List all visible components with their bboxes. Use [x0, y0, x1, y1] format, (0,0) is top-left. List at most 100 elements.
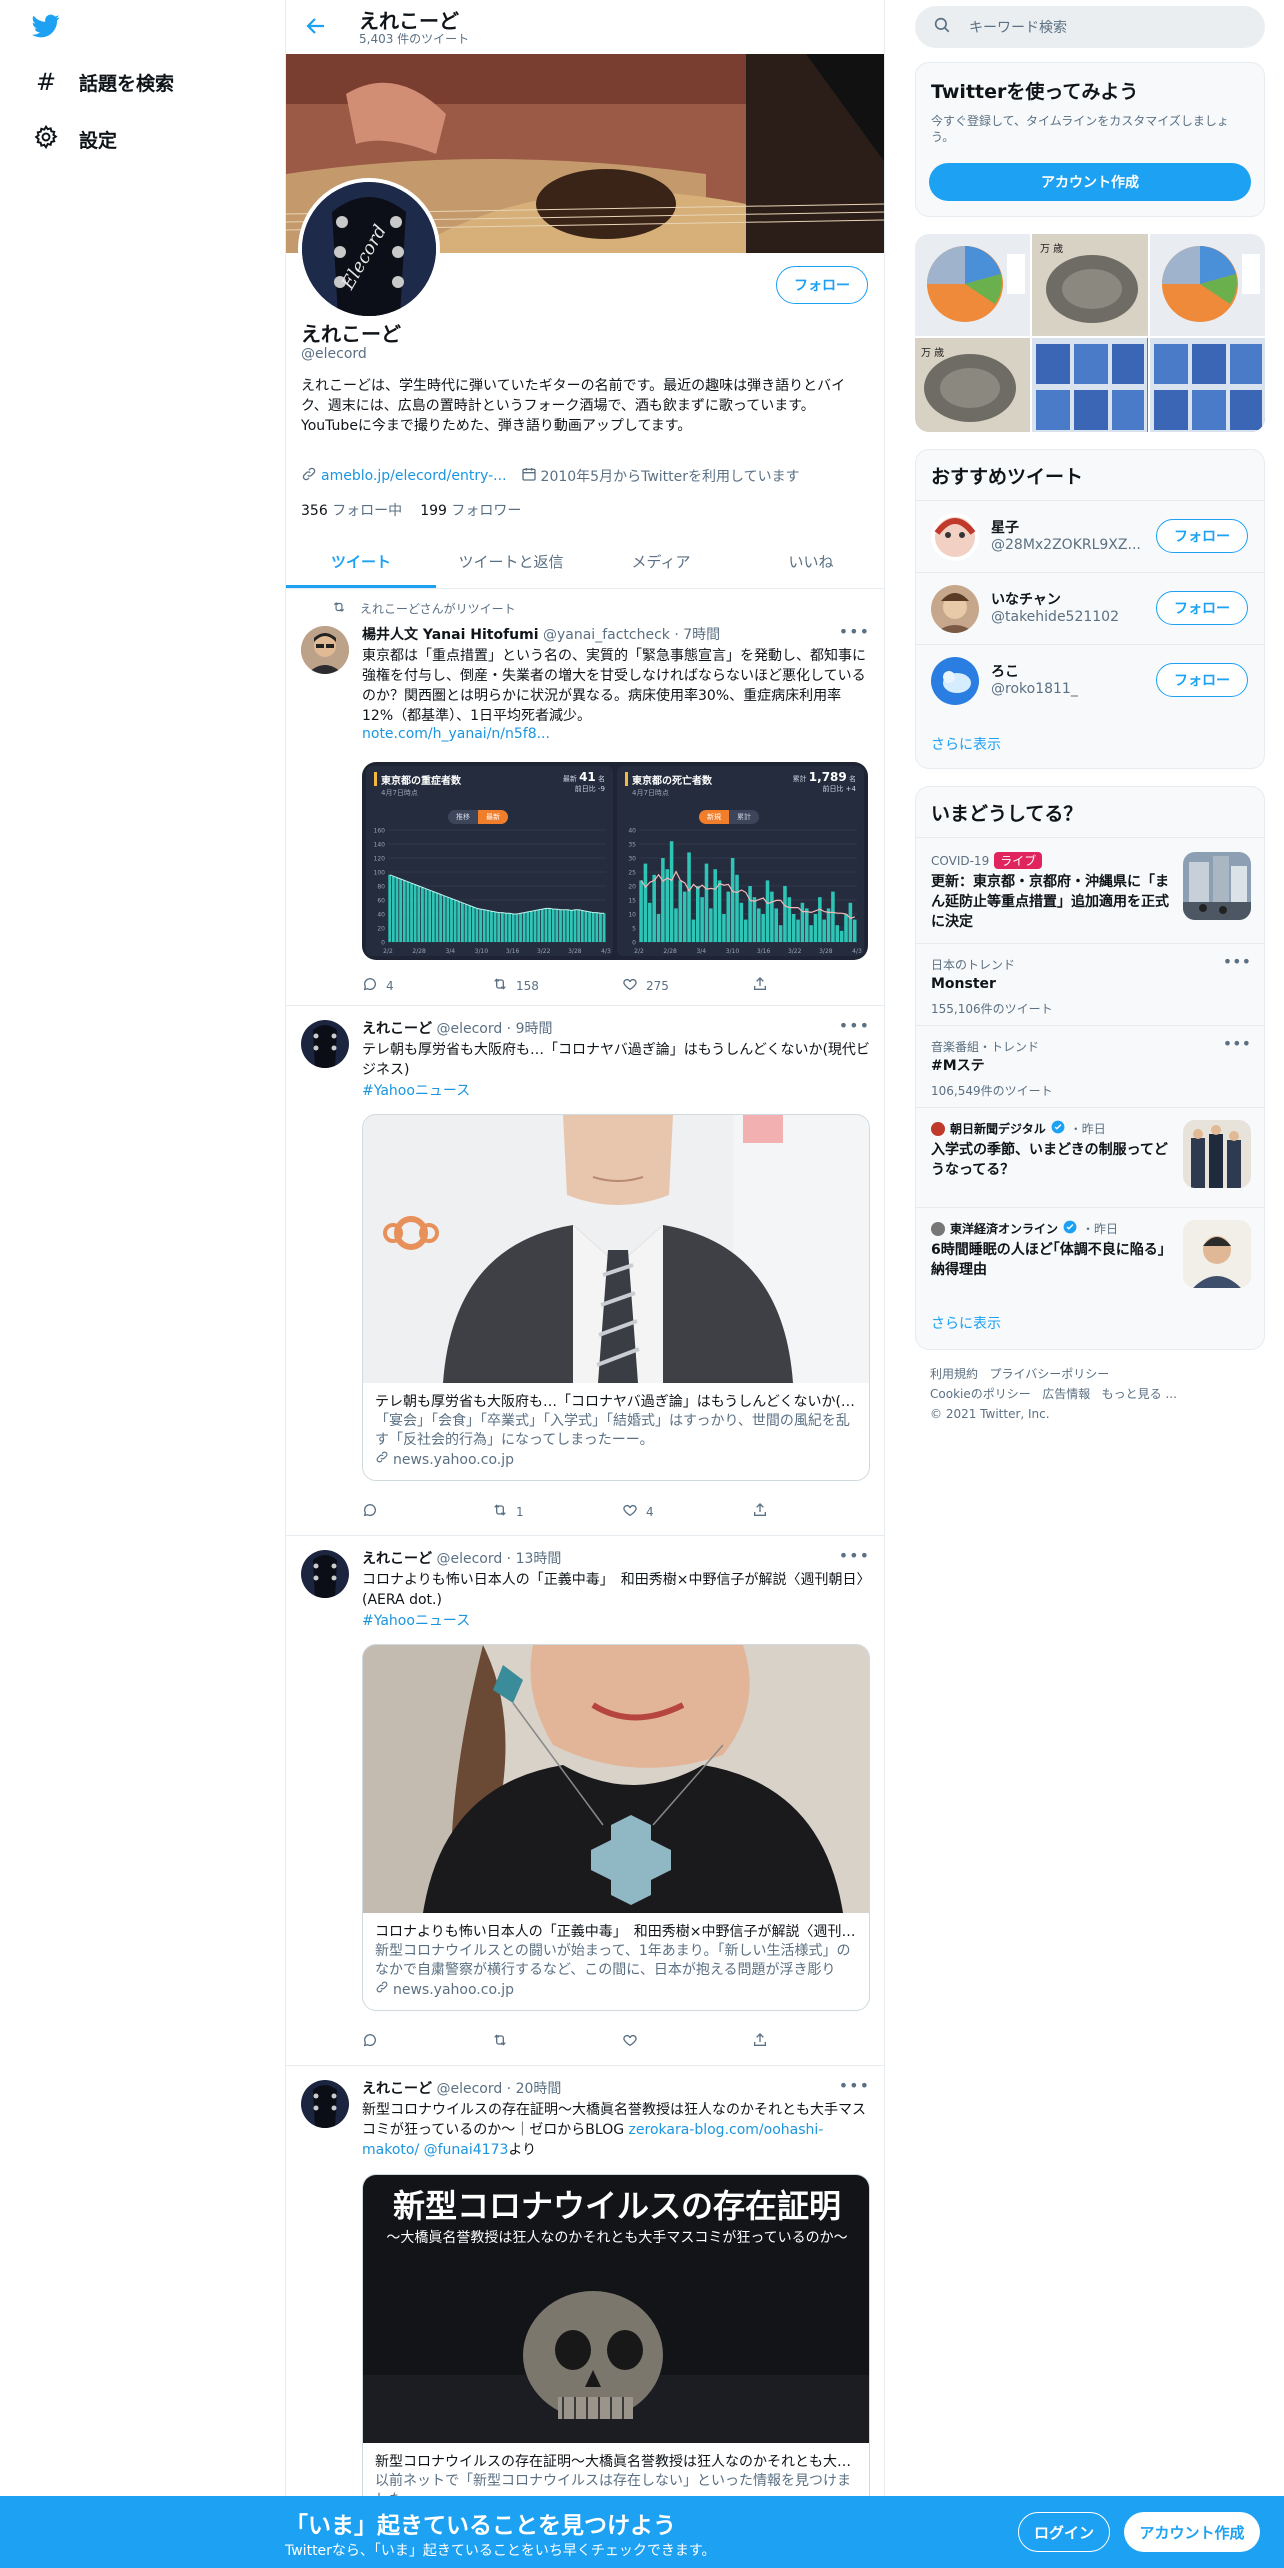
chart-bar [537, 909, 541, 942]
trends-show-more[interactable]: さらに表示 [931, 1313, 1001, 1333]
recommended-show-more[interactable]: さらに表示 [931, 734, 1001, 754]
media-thumb[interactable]: 万 歳 [915, 338, 1031, 432]
footer-more[interactable]: もっと見る ... [1102, 1387, 1177, 1401]
follow-button[interactable]: フォロー [1156, 591, 1248, 625]
avatar[interactable] [301, 626, 349, 674]
bottom-bar-subtitle: Twitterなら、「いま」起きていることをいち早くチェックできます。 [285, 2543, 716, 2559]
trend-item[interactable]: COVID-19 ライブ 更新：東京都・京都府・沖縄県に「まん延防止等重点措置」追… [916, 837, 1264, 943]
footer-ads[interactable]: 広告情報 [1042, 1387, 1090, 1401]
avatar[interactable] [931, 585, 979, 633]
like-button[interactable]: 275 [622, 976, 752, 995]
author-name[interactable]: えれこーど [362, 1551, 432, 1567]
share-button[interactable] [752, 2032, 782, 2051]
retweet-button[interactable]: 158 [492, 976, 622, 995]
author-name[interactable]: えれこーど [362, 2081, 432, 2097]
retweet-button[interactable]: 1 [492, 1502, 622, 1521]
trend-item[interactable]: 東洋経済オンライン ・昨日 6時間睡眠の人ほど｢体調不良に陥る｣納得理由 [916, 1207, 1264, 1297]
avatar[interactable] [301, 1020, 349, 1068]
profile-link[interactable]: ameblo.jp/elecord/entry-... [301, 466, 507, 486]
login-button[interactable]: ログイン [1018, 2512, 1110, 2552]
trend-item[interactable]: 朝日新聞デジタル ・昨日 入学式の季節、いまどきの制服ってどうなってる？ [916, 1107, 1264, 1207]
chart-bar [584, 911, 588, 942]
link-card[interactable]: コロナよりも怖い日本人の「正義中毒」 和田秀樹×中野信子が解説〈週刊朝日〉(AE… [362, 1644, 870, 2011]
share-button[interactable] [752, 1502, 782, 1521]
media-thumb[interactable] [915, 234, 1031, 336]
mention-link[interactable]: @funai4173 [424, 2142, 509, 2158]
rec-name: いなチャン [991, 592, 1061, 608]
tweet[interactable]: ••• えれこーど @elecord · 13時間 コロナよりも怖い日本人の「正… [286, 1536, 884, 2066]
media-thumb[interactable] [1149, 338, 1265, 432]
author-handle[interactable]: @elecord [436, 1021, 502, 1037]
chart-plot: 40 35 30 25 20 15 10 5 02/2 2/28 3/4 3/10 3/16 3/22 3/… [628, 828, 862, 956]
like-button[interactable] [622, 2032, 752, 2051]
chart-bar [648, 902, 652, 942]
avatar[interactable] [301, 1550, 349, 1598]
hashtag-link[interactable]: #Yahooニュース [362, 1610, 870, 1630]
follow-button[interactable]: フォロー [776, 266, 868, 304]
search-box[interactable]: キーワード検索 [915, 6, 1265, 48]
nav-settings[interactable]: 設定 [33, 124, 117, 155]
followers-link[interactable]: 199 フォロワー [420, 500, 521, 520]
trend-item[interactable]: 音楽番組・トレンド #Mステ 106,549件のツイート ••• [916, 1025, 1264, 1107]
footer-privacy[interactable]: プライバシーポリシー [989, 1367, 1109, 1381]
author-name[interactable]: 楊井人文 Yanai Hitofumi [362, 627, 539, 643]
chart-bar [522, 912, 526, 942]
twitter-logo-icon[interactable] [30, 12, 62, 44]
tweet-image-charts[interactable]: 東京都の重症者数 4月7日時点 最新 41 名前日比 -9 推移 最新 160 1… [362, 762, 868, 960]
footer-links: 利用規約 プライバシーポリシー Cookieのポリシー 広告情報 もっと見る .… [930, 1364, 1177, 1424]
tab-media[interactable]: メディア [586, 535, 736, 588]
author-handle[interactable]: @elecord [436, 2081, 502, 2097]
rec-name: ろこ [991, 664, 1019, 680]
tab-likes[interactable]: いいね [736, 535, 884, 588]
reply-button[interactable] [362, 1502, 492, 1521]
more-icon[interactable]: ••• [1223, 1034, 1251, 1053]
trend-item[interactable]: 日本のトレンド Monster 155,106件のツイート ••• [916, 943, 1264, 1025]
x-tick-label: 3/28 [568, 948, 582, 955]
link-card[interactable]: テレ朝も厚労省も大阪府も…「コロナヤバ過ぎ論」はもうしんどくないか(現代ビジネス… [362, 1114, 870, 1481]
tweet-time[interactable]: 7時間 [683, 627, 720, 643]
follow-button[interactable]: フォロー [1156, 519, 1248, 553]
recommended-user[interactable]: ろこ @roko1811_ フォロー [916, 644, 1264, 716]
follow-button[interactable]: フォロー [1156, 663, 1248, 697]
profile-avatar[interactable]: Elecord [298, 178, 440, 320]
tab-tweets-replies[interactable]: ツイートと返信 [436, 535, 586, 588]
media-thumb[interactable] [1032, 338, 1148, 432]
hashtag-link[interactable]: #Yahooニュース [362, 1080, 870, 1100]
author-name[interactable]: えれこーど [362, 1021, 432, 1037]
retweet-button[interactable] [492, 2032, 622, 2051]
like-button[interactable]: 4 [622, 1502, 752, 1521]
more-icon[interactable]: ••• [1223, 952, 1251, 971]
tweet[interactable]: ••• えれこーど @elecord · 20時間 新型コロナウイルスの存在証明… [286, 2066, 884, 2568]
tab-tweets[interactable]: ツイート [286, 535, 436, 588]
tweet-time[interactable]: 9時間 [516, 1021, 553, 1037]
signup-button[interactable]: アカウント作成 [929, 163, 1251, 201]
reply-button[interactable]: 4 [362, 976, 492, 995]
author-handle[interactable]: @elecord [436, 1551, 502, 1567]
chart-bar [511, 914, 515, 942]
avatar[interactable] [931, 657, 979, 705]
back-arrow-icon[interactable] [304, 14, 328, 42]
media-thumb[interactable] [1149, 234, 1265, 336]
recommended-user[interactable]: 星子 @28Mx2ZOKRL9XZ... フォロー [916, 500, 1264, 572]
avatar[interactable] [301, 2080, 349, 2128]
y-tick-label: 35 [628, 842, 636, 849]
signup-button[interactable]: アカウント作成 [1124, 2512, 1260, 2552]
footer-terms[interactable]: 利用規約 [930, 1367, 978, 1381]
tweet[interactable]: ••• えれこーど @elecord · 9時間 テレ朝も厚労省も大阪府も…「コ… [286, 1006, 884, 1536]
recommended-user[interactable]: いなチャン @takehide521102 フォロー [916, 572, 1264, 644]
chart-bar [428, 890, 432, 942]
tweet-link[interactable]: note.com/h_yanai/n/n5f8... [362, 726, 870, 742]
reply-button[interactable] [362, 2032, 492, 2051]
tweet-time[interactable]: 13時間 [516, 1551, 562, 1567]
share-button[interactable] [752, 976, 782, 995]
media-thumb[interactable]: 万 歳 [1032, 234, 1148, 336]
footer-cookies[interactable]: Cookieのポリシー [930, 1387, 1031, 1401]
author-handle[interactable]: @yanai_factcheck [543, 627, 670, 643]
tweet[interactable]: えれこーどさんがリツイート ••• 楊井人文 Yanai Hitofumi @y… [286, 590, 884, 1006]
following-link[interactable]: 356 フォロー中 [301, 500, 402, 520]
nav-explore[interactable]: # 話題を検索 [33, 68, 174, 96]
avatar[interactable] [931, 513, 979, 561]
tweet-time[interactable]: 20時間 [516, 2081, 562, 2097]
chart-bar [778, 925, 783, 942]
chart-bar [421, 887, 424, 942]
